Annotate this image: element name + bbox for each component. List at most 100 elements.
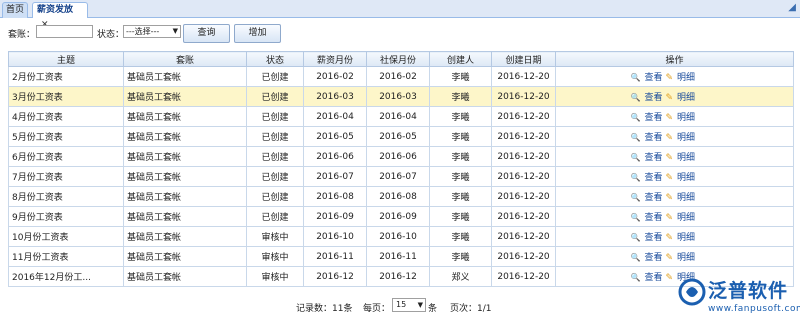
cell-account: 基础员工套帐 [123, 106, 247, 127]
table-row[interactable]: 2月份工资表 基础员工套帐 已创建 2016-02 2016-02 李曦 201… [8, 66, 794, 87]
pencil-icon: ✎ [665, 133, 673, 143]
tab-home[interactable]: 首页 [2, 2, 28, 18]
record-count: 记录数：11条 [296, 304, 353, 314]
logo-mark-icon [678, 278, 706, 306]
cell-status: 已创建 [246, 106, 304, 127]
column-header[interactable]: 创建人 [429, 51, 492, 67]
cell-ss-month: 2016-11 [366, 246, 430, 267]
cell-creator: 李曦 [429, 206, 492, 227]
detail-link[interactable]: 明细 [677, 193, 695, 203]
table-row[interactable]: 5月份工资表 基础员工套帐 已创建 2016-05 2016-05 李曦 201… [8, 126, 794, 147]
table-row[interactable]: 8月份工资表 基础员工套帐 已创建 2016-08 2016-08 李曦 201… [8, 186, 794, 207]
detail-link[interactable]: 明细 [677, 153, 695, 163]
cell-actions: 🔍 查看 ✎ 明细 [555, 246, 794, 267]
cell-status: 审核中 [246, 226, 304, 247]
table-row[interactable]: 6月份工资表 基础员工套帐 已创建 2016-06 2016-06 李曦 201… [8, 146, 794, 167]
cell-status: 审核中 [246, 246, 304, 267]
cell-subject: 9月份工资表 [8, 206, 124, 227]
per-page-unit: 条 [428, 304, 438, 314]
table-row[interactable]: 9月份工资表 基础员工套帐 已创建 2016-09 2016-09 李曦 201… [8, 206, 794, 227]
magnifier-icon: 🔍 [630, 233, 641, 242]
scroll-icon[interactable]: ◢ [788, 2, 796, 13]
table-row[interactable]: 11月份工资表 基础员工套帐 审核中 2016-11 2016-11 李曦 20… [8, 246, 794, 267]
table-row[interactable]: 4月份工资表 基础员工套帐 已创建 2016-04 2016-04 李曦 201… [8, 106, 794, 127]
cell-account: 基础员工套帐 [123, 226, 247, 247]
view-link[interactable]: 查看 [645, 233, 663, 243]
magnifier-icon: 🔍 [630, 213, 641, 222]
detail-link[interactable]: 明细 [677, 73, 695, 83]
tab-salary-payment[interactable]: 薪资发放✕ [32, 2, 88, 30]
cell-ss-month: 2016-02 [366, 66, 430, 87]
cell-subject: 11月份工资表 [8, 246, 124, 267]
detail-link[interactable]: 明细 [677, 113, 695, 123]
pencil-icon: ✎ [665, 173, 673, 183]
column-header[interactable]: 主题 [8, 51, 124, 67]
detail-link[interactable]: 明细 [677, 173, 695, 183]
cell-account: 基础员工套帐 [123, 86, 247, 107]
cell-salary-month: 2016-03 [303, 86, 367, 107]
view-link[interactable]: 查看 [645, 193, 663, 203]
view-link[interactable]: 查看 [645, 133, 663, 143]
table-row[interactable]: 10月份工资表 基础员工套帐 审核中 2016-10 2016-10 李曦 20… [8, 226, 794, 247]
detail-link[interactable]: 明细 [677, 233, 695, 243]
cell-ss-month: 2016-06 [366, 146, 430, 167]
view-link[interactable]: 查看 [645, 153, 663, 163]
cell-creator: 李曦 [429, 106, 492, 127]
cell-account: 基础员工套帐 [123, 246, 247, 267]
cell-actions: 🔍 查看 ✎ 明细 [555, 186, 794, 207]
status-selected: ---选择--- [126, 27, 160, 36]
status-select[interactable]: ---选择--- ▼ [123, 25, 181, 38]
table-row[interactable]: 3月份工资表 基础员工套帐 已创建 2016-03 2016-03 李曦 201… [8, 86, 794, 107]
cell-actions: 🔍 查看 ✎ 明细 [555, 206, 794, 227]
cell-date: 2016-12-20 [491, 166, 556, 187]
detail-link[interactable]: 明细 [677, 253, 695, 263]
detail-link[interactable]: 明细 [677, 93, 695, 103]
cell-ss-month: 2016-05 [366, 126, 430, 147]
cell-ss-month: 2016-03 [366, 86, 430, 107]
column-header[interactable]: 创建日期 [491, 51, 556, 67]
view-link[interactable]: 查看 [645, 253, 663, 263]
detail-link[interactable]: 明细 [677, 213, 695, 223]
view-link[interactable]: 查看 [645, 173, 663, 183]
cell-date: 2016-12-20 [491, 206, 556, 227]
cell-creator: 李曦 [429, 66, 492, 87]
status-label: 状态： [97, 30, 125, 40]
cell-salary-month: 2016-10 [303, 226, 367, 247]
filter-toolbar: 套账： 状态： ---选择--- ▼ 查询 增加 [0, 18, 800, 46]
cell-date: 2016-12-20 [491, 106, 556, 127]
table-row[interactable]: 7月份工资表 基础员工套帐 已创建 2016-07 2016-07 李曦 201… [8, 166, 794, 187]
view-link[interactable]: 查看 [645, 113, 663, 123]
query-button[interactable]: 查询 [183, 24, 230, 43]
cell-salary-month: 2016-05 [303, 126, 367, 147]
pencil-icon: ✎ [665, 233, 673, 243]
cell-status: 已创建 [246, 166, 304, 187]
view-link[interactable]: 查看 [645, 213, 663, 223]
magnifier-icon: 🔍 [630, 153, 641, 162]
tab-bar: 首页 薪资发放✕ ◢ [0, 0, 800, 30]
cell-status: 已创建 [246, 126, 304, 147]
cell-creator: 李曦 [429, 166, 492, 187]
cell-ss-month: 2016-09 [366, 206, 430, 227]
pencil-icon: ✎ [665, 113, 673, 123]
view-link[interactable]: 查看 [645, 93, 663, 103]
add-button[interactable]: 增加 [234, 24, 281, 43]
cell-actions: 🔍 查看 ✎ 明细 [555, 106, 794, 127]
cell-date: 2016-12-20 [491, 86, 556, 107]
column-header[interactable]: 薪资月份 [303, 51, 367, 67]
column-header[interactable]: 状态 [246, 51, 304, 67]
cell-status: 已创建 [246, 186, 304, 207]
account-input[interactable] [36, 25, 93, 38]
cell-subject: 3月份工资表 [8, 86, 124, 107]
pencil-icon: ✎ [665, 153, 673, 163]
chevron-down-icon: ▼ [172, 27, 178, 35]
view-link[interactable]: 查看 [645, 73, 663, 83]
column-header[interactable]: 社保月份 [366, 51, 430, 67]
cell-date: 2016-12-20 [491, 66, 556, 87]
per-page-select[interactable]: 15 ▼ [392, 298, 426, 312]
cell-salary-month: 2016-06 [303, 146, 367, 167]
chevron-down-icon: ▼ [417, 301, 423, 309]
column-header[interactable]: 套账 [123, 51, 247, 67]
cell-subject: 7月份工资表 [8, 166, 124, 187]
detail-link[interactable]: 明细 [677, 133, 695, 143]
magnifier-icon: 🔍 [630, 253, 641, 262]
